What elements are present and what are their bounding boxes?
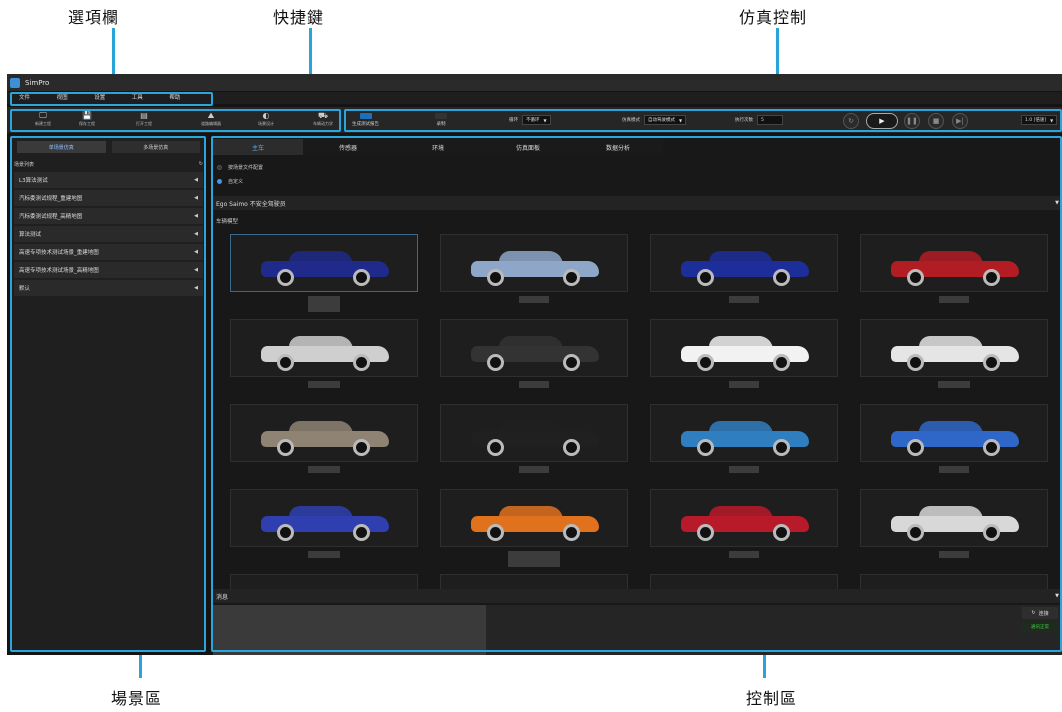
callout-shortcuts: 快捷鍵	[273, 8, 325, 27]
highlight-control-area	[211, 136, 1062, 652]
highlight-menu-bar	[10, 92, 213, 106]
highlight-shortcuts	[10, 109, 341, 132]
highlight-sim-control	[344, 109, 1062, 132]
callout-sim-control: 仿真控制	[739, 8, 808, 27]
callout-menu-bar: 選項欄	[68, 8, 120, 27]
menu-bar-fill	[207, 92, 1062, 104]
callout-line	[139, 652, 142, 678]
callout-scene-area: 場景區	[111, 689, 163, 708]
app-title: SimPro	[25, 78, 50, 87]
callout-line	[763, 652, 766, 678]
highlight-scene-area	[10, 136, 206, 652]
title-bar: SimPro	[7, 74, 1062, 91]
callout-control-area: 控制區	[746, 689, 798, 708]
app-icon	[10, 77, 20, 88]
annotated-screenshot: 選項欄 快捷鍵 仿真控制 場景區 控制區 SimPro 文件 视图 设置 工具 …	[0, 0, 1062, 712]
